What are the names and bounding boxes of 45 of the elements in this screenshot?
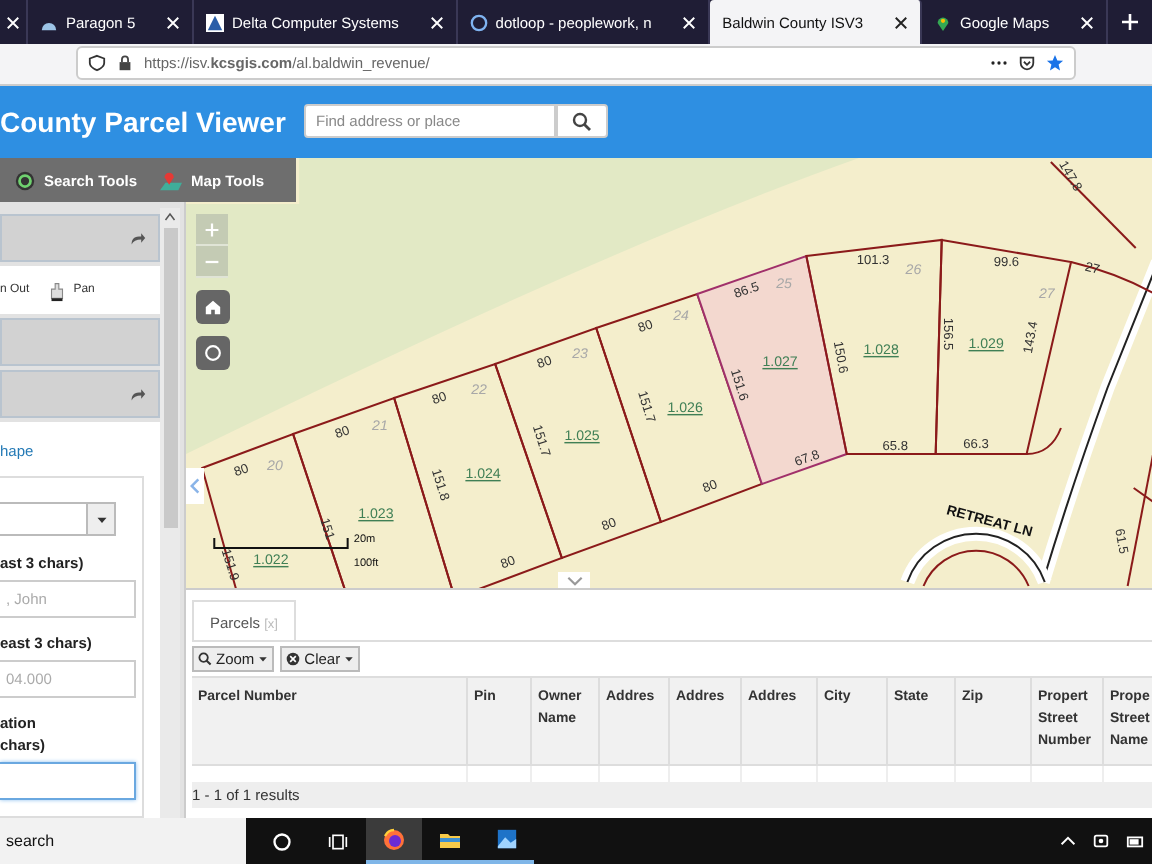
- hand-icon: [45, 279, 68, 301]
- search-field[interactable]: search: [0, 818, 246, 864]
- scale-bar-drawing: [213, 538, 349, 549]
- map-pin-icon: [157, 169, 184, 191]
- circle-icon: [204, 344, 222, 362]
- share-arrow-icon: [130, 386, 146, 402]
- lot-line: [1050, 161, 1137, 249]
- battery-icon[interactable]: [1126, 832, 1144, 850]
- lot-line: [1070, 261, 1152, 299]
- magnifier-icon: [198, 652, 212, 666]
- search-icon: [572, 111, 592, 132]
- parcel-map[interactable]: [186, 158, 1152, 588]
- shield-icon: [88, 54, 106, 73]
- map-pin-icon: [934, 13, 952, 31]
- lot-line: [922, 549, 1030, 587]
- home-icon: [204, 298, 222, 316]
- chevron-up-icon[interactable]: [1060, 836, 1076, 846]
- chevron-down-icon: [565, 575, 583, 585]
- expand-button[interactable]: [558, 572, 590, 588]
- lock-icon: [116, 54, 134, 73]
- caret-icon: [258, 654, 269, 664]
- plus-icon[interactable]: [1120, 12, 1140, 32]
- plus-icon: [204, 221, 220, 237]
- caret-icon: [344, 654, 355, 664]
- fox-globe-icon: [382, 827, 406, 851]
- clear-icon: [286, 652, 301, 666]
- share-arrow-icon: [130, 230, 146, 246]
- search-button[interactable]: [556, 104, 608, 139]
- app-title: County Parcel Viewer: [0, 105, 288, 138]
- ring-icon: [469, 13, 488, 31]
- locate-button[interactable]: [196, 336, 230, 370]
- input-field[interactable]: [0, 762, 136, 800]
- circle-icon: [272, 831, 292, 851]
- caret-icon: [95, 513, 107, 525]
- parcel-shape[interactable]: [934, 238, 1073, 455]
- chevron-left-icon: [190, 476, 200, 496]
- home-button[interactable]: [196, 290, 230, 324]
- triangle-icon: [206, 13, 225, 31]
- close-icon[interactable]: [894, 15, 908, 29]
- lot-line: [1026, 427, 1062, 455]
- pocket-icon[interactable]: [1018, 54, 1036, 73]
- task-view-icon: [328, 831, 348, 851]
- photos-icon: [495, 828, 517, 850]
- star-icon[interactable]: [1046, 54, 1064, 73]
- scrollbar[interactable]: [160, 208, 180, 818]
